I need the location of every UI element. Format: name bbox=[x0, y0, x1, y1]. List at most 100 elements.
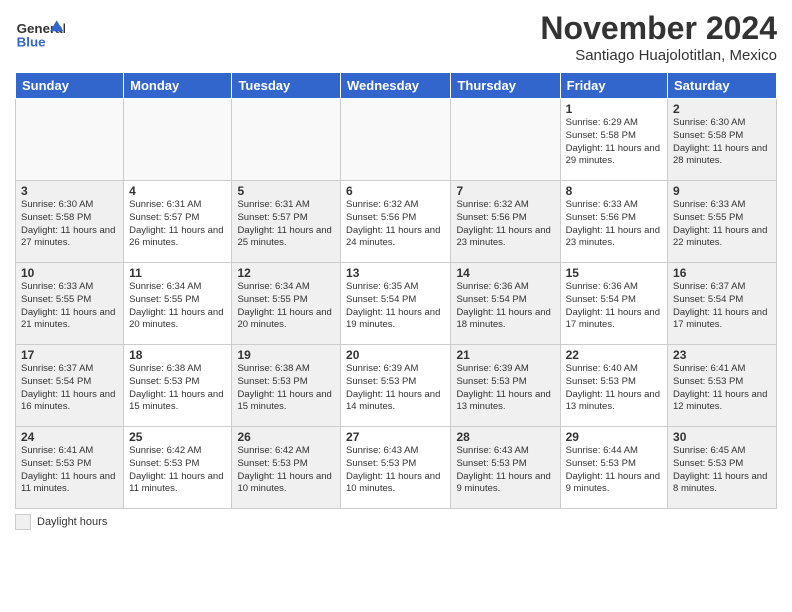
calendar-cell: 15Sunrise: 6:36 AM Sunset: 5:54 PM Dayli… bbox=[560, 263, 667, 345]
calendar-cell: 8Sunrise: 6:33 AM Sunset: 5:56 PM Daylig… bbox=[560, 181, 667, 263]
day-info: Sunrise: 6:36 AM Sunset: 5:54 PM Dayligh… bbox=[566, 281, 662, 332]
day-info: Sunrise: 6:36 AM Sunset: 5:54 PM Dayligh… bbox=[456, 281, 554, 332]
svg-text:Blue: Blue bbox=[17, 34, 46, 49]
day-number: 22 bbox=[566, 348, 662, 362]
calendar-cell: 13Sunrise: 6:35 AM Sunset: 5:54 PM Dayli… bbox=[341, 263, 451, 345]
week-row: 17Sunrise: 6:37 AM Sunset: 5:54 PM Dayli… bbox=[16, 345, 777, 427]
day-number: 28 bbox=[456, 430, 554, 444]
day-info: Sunrise: 6:35 AM Sunset: 5:54 PM Dayligh… bbox=[346, 281, 445, 332]
day-number: 2 bbox=[673, 102, 771, 116]
day-info: Sunrise: 6:38 AM Sunset: 5:53 PM Dayligh… bbox=[129, 363, 226, 414]
day-info: Sunrise: 6:33 AM Sunset: 5:56 PM Dayligh… bbox=[566, 199, 662, 250]
day-number: 25 bbox=[129, 430, 226, 444]
day-info: Sunrise: 6:34 AM Sunset: 5:55 PM Dayligh… bbox=[129, 281, 226, 332]
day-info: Sunrise: 6:39 AM Sunset: 5:53 PM Dayligh… bbox=[456, 363, 554, 414]
col-header-friday: Friday bbox=[560, 73, 667, 99]
calendar-cell: 17Sunrise: 6:37 AM Sunset: 5:54 PM Dayli… bbox=[16, 345, 124, 427]
legend-label: Daylight hours bbox=[37, 516, 107, 528]
calendar-cell: 20Sunrise: 6:39 AM Sunset: 5:53 PM Dayli… bbox=[341, 345, 451, 427]
day-info: Sunrise: 6:33 AM Sunset: 5:55 PM Dayligh… bbox=[673, 199, 771, 250]
logo: General Blue bbox=[15, 15, 65, 55]
calendar-cell: 12Sunrise: 6:34 AM Sunset: 5:55 PM Dayli… bbox=[232, 263, 341, 345]
calendar-cell: 7Sunrise: 6:32 AM Sunset: 5:56 PM Daylig… bbox=[451, 181, 560, 263]
col-header-saturday: Saturday bbox=[668, 73, 777, 99]
day-info: Sunrise: 6:40 AM Sunset: 5:53 PM Dayligh… bbox=[566, 363, 662, 414]
day-info: Sunrise: 6:39 AM Sunset: 5:53 PM Dayligh… bbox=[346, 363, 445, 414]
day-info: Sunrise: 6:41 AM Sunset: 5:53 PM Dayligh… bbox=[673, 363, 771, 414]
calendar-cell bbox=[16, 99, 124, 181]
day-info: Sunrise: 6:31 AM Sunset: 5:57 PM Dayligh… bbox=[237, 199, 335, 250]
calendar-cell: 2Sunrise: 6:30 AM Sunset: 5:58 PM Daylig… bbox=[668, 99, 777, 181]
calendar-cell: 24Sunrise: 6:41 AM Sunset: 5:53 PM Dayli… bbox=[16, 427, 124, 509]
day-number: 16 bbox=[673, 266, 771, 280]
day-number: 9 bbox=[673, 184, 771, 198]
day-number: 12 bbox=[237, 266, 335, 280]
calendar-cell: 23Sunrise: 6:41 AM Sunset: 5:53 PM Dayli… bbox=[668, 345, 777, 427]
calendar-cell: 29Sunrise: 6:44 AM Sunset: 5:53 PM Dayli… bbox=[560, 427, 667, 509]
calendar-cell: 27Sunrise: 6:43 AM Sunset: 5:53 PM Dayli… bbox=[341, 427, 451, 509]
calendar-cell: 25Sunrise: 6:42 AM Sunset: 5:53 PM Dayli… bbox=[124, 427, 232, 509]
day-number: 13 bbox=[346, 266, 445, 280]
day-number: 14 bbox=[456, 266, 554, 280]
header: General Blue November 2024 Santiago Huaj… bbox=[15, 10, 777, 64]
day-number: 10 bbox=[21, 266, 118, 280]
day-number: 18 bbox=[129, 348, 226, 362]
calendar-cell: 4Sunrise: 6:31 AM Sunset: 5:57 PM Daylig… bbox=[124, 181, 232, 263]
calendar-cell bbox=[124, 99, 232, 181]
calendar-cell bbox=[451, 99, 560, 181]
main-title: November 2024 bbox=[540, 10, 777, 47]
day-number: 21 bbox=[456, 348, 554, 362]
week-row: 24Sunrise: 6:41 AM Sunset: 5:53 PM Dayli… bbox=[16, 427, 777, 509]
day-number: 6 bbox=[346, 184, 445, 198]
day-number: 29 bbox=[566, 430, 662, 444]
day-number: 8 bbox=[566, 184, 662, 198]
day-number: 5 bbox=[237, 184, 335, 198]
calendar: SundayMondayTuesdayWednesdayThursdayFrid… bbox=[15, 72, 777, 509]
day-info: Sunrise: 6:42 AM Sunset: 5:53 PM Dayligh… bbox=[129, 445, 226, 496]
calendar-cell bbox=[232, 99, 341, 181]
calendar-cell: 22Sunrise: 6:40 AM Sunset: 5:53 PM Dayli… bbox=[560, 345, 667, 427]
day-info: Sunrise: 6:44 AM Sunset: 5:53 PM Dayligh… bbox=[566, 445, 662, 496]
day-number: 11 bbox=[129, 266, 226, 280]
legend-swatch bbox=[15, 514, 31, 530]
day-number: 26 bbox=[237, 430, 335, 444]
day-number: 27 bbox=[346, 430, 445, 444]
calendar-cell: 21Sunrise: 6:39 AM Sunset: 5:53 PM Dayli… bbox=[451, 345, 560, 427]
calendar-cell: 6Sunrise: 6:32 AM Sunset: 5:56 PM Daylig… bbox=[341, 181, 451, 263]
calendar-cell: 5Sunrise: 6:31 AM Sunset: 5:57 PM Daylig… bbox=[232, 181, 341, 263]
title-block: November 2024 Santiago Huajolotitlan, Me… bbox=[540, 10, 777, 64]
day-info: Sunrise: 6:37 AM Sunset: 5:54 PM Dayligh… bbox=[21, 363, 118, 414]
calendar-cell: 9Sunrise: 6:33 AM Sunset: 5:55 PM Daylig… bbox=[668, 181, 777, 263]
day-number: 17 bbox=[21, 348, 118, 362]
week-row: 10Sunrise: 6:33 AM Sunset: 5:55 PM Dayli… bbox=[16, 263, 777, 345]
calendar-cell: 26Sunrise: 6:42 AM Sunset: 5:53 PM Dayli… bbox=[232, 427, 341, 509]
calendar-cell bbox=[341, 99, 451, 181]
day-info: Sunrise: 6:30 AM Sunset: 5:58 PM Dayligh… bbox=[673, 117, 771, 168]
day-number: 4 bbox=[129, 184, 226, 198]
calendar-cell: 11Sunrise: 6:34 AM Sunset: 5:55 PM Dayli… bbox=[124, 263, 232, 345]
day-number: 1 bbox=[566, 102, 662, 116]
col-header-tuesday: Tuesday bbox=[232, 73, 341, 99]
day-info: Sunrise: 6:45 AM Sunset: 5:53 PM Dayligh… bbox=[673, 445, 771, 496]
day-info: Sunrise: 6:42 AM Sunset: 5:53 PM Dayligh… bbox=[237, 445, 335, 496]
day-info: Sunrise: 6:32 AM Sunset: 5:56 PM Dayligh… bbox=[456, 199, 554, 250]
col-header-thursday: Thursday bbox=[451, 73, 560, 99]
day-info: Sunrise: 6:29 AM Sunset: 5:58 PM Dayligh… bbox=[566, 117, 662, 168]
day-number: 15 bbox=[566, 266, 662, 280]
legend: Daylight hours bbox=[15, 514, 777, 530]
day-number: 24 bbox=[21, 430, 118, 444]
day-number: 23 bbox=[673, 348, 771, 362]
day-info: Sunrise: 6:43 AM Sunset: 5:53 PM Dayligh… bbox=[346, 445, 445, 496]
day-number: 19 bbox=[237, 348, 335, 362]
col-header-monday: Monday bbox=[124, 73, 232, 99]
day-info: Sunrise: 6:43 AM Sunset: 5:53 PM Dayligh… bbox=[456, 445, 554, 496]
calendar-cell: 1Sunrise: 6:29 AM Sunset: 5:58 PM Daylig… bbox=[560, 99, 667, 181]
subtitle: Santiago Huajolotitlan, Mexico bbox=[540, 47, 777, 64]
day-info: Sunrise: 6:33 AM Sunset: 5:55 PM Dayligh… bbox=[21, 281, 118, 332]
col-header-wednesday: Wednesday bbox=[341, 73, 451, 99]
day-number: 30 bbox=[673, 430, 771, 444]
day-info: Sunrise: 6:31 AM Sunset: 5:57 PM Dayligh… bbox=[129, 199, 226, 250]
day-number: 20 bbox=[346, 348, 445, 362]
calendar-cell: 14Sunrise: 6:36 AM Sunset: 5:54 PM Dayli… bbox=[451, 263, 560, 345]
calendar-cell: 28Sunrise: 6:43 AM Sunset: 5:53 PM Dayli… bbox=[451, 427, 560, 509]
